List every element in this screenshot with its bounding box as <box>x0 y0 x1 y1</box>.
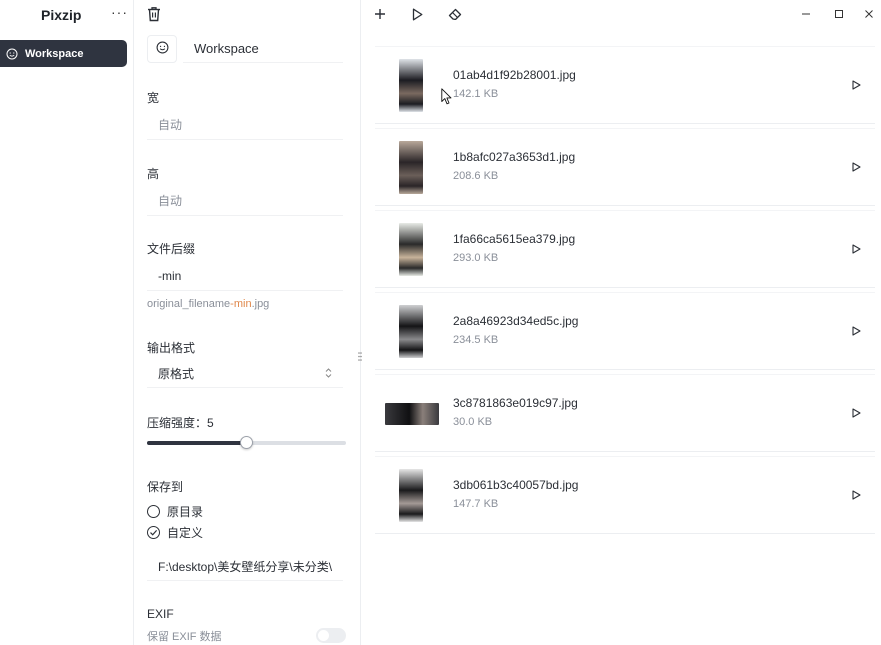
add-files-icon[interactable] <box>371 5 389 23</box>
format-select[interactable]: 原格式 <box>147 360 343 388</box>
app-title: Pixzip <box>41 7 82 23</box>
resize-handle-icon[interactable] <box>358 352 362 363</box>
file-size: 293.0 KB <box>453 252 499 264</box>
suffix-input[interactable] <box>147 261 343 291</box>
file-item[interactable]: 01ab4d1f92b28001.jpg 142.1 KB <box>375 46 875 124</box>
preview-suffix: -min <box>230 298 252 310</box>
file-item[interactable]: 3db061b3c40057bd.jpg 147.7 KB <box>375 456 875 534</box>
file-size: 142.1 KB <box>453 88 499 100</box>
preview-filename: original_filename <box>147 298 231 310</box>
chevron-updown-icon <box>325 367 332 380</box>
file-size: 208.6 KB <box>453 170 499 182</box>
maximize-icon[interactable] <box>830 5 848 23</box>
workspace-name-input[interactable] <box>183 35 343 63</box>
radio-label: 原目录 <box>167 505 204 519</box>
file-name: 01ab4d1f92b28001.jpg <box>453 68 576 82</box>
suffix-preview: original_filename-min.jpg <box>147 298 269 310</box>
exif-toggle[interactable] <box>316 628 346 643</box>
exif-label: EXIF <box>147 607 174 621</box>
sidebar-item-workspace[interactable]: Workspace <box>0 40 127 67</box>
save-to-label: 保存到 <box>147 480 184 494</box>
file-name: 3c8781863e019c97.jpg <box>453 396 578 410</box>
file-item[interactable]: 3c8781863e019c97.jpg 30.0 KB <box>375 374 875 452</box>
radio-checked-icon <box>147 526 160 539</box>
play-icon[interactable] <box>850 161 862 173</box>
image-thumbnail <box>399 223 423 276</box>
smiley-icon <box>156 41 169 57</box>
play-icon[interactable] <box>850 243 862 255</box>
image-thumbnail <box>399 305 423 358</box>
image-thumbnail <box>399 469 423 522</box>
file-item[interactable]: 2a8a46923d34ed5c.jpg 234.5 KB <box>375 292 875 370</box>
format-label: 输出格式 <box>147 341 196 355</box>
file-size: 234.5 KB <box>453 334 499 346</box>
toggle-knob <box>318 630 329 641</box>
play-icon[interactable] <box>850 489 862 501</box>
compression-label: 压缩强度：5 <box>147 416 214 430</box>
preview-extension: .jpg <box>251 298 270 310</box>
height-input[interactable] <box>147 186 343 216</box>
save-path-input[interactable]: F:\desktop\美女壁纸分享\未分类\ <box>147 553 343 581</box>
file-list: 01ab4d1f92b28001.jpg 142.1 KB 1b8afc027a36… <box>375 46 875 538</box>
file-item[interactable]: 1b8afc027a3653d1.jpg 208.6 KB <box>375 128 875 206</box>
radio-custom-dir[interactable]: 自定义 <box>147 524 203 541</box>
slider-thumb[interactable] <box>240 436 253 449</box>
radio-unchecked-icon <box>147 505 160 518</box>
file-name: 1fa66ca5615ea379.jpg <box>453 232 576 246</box>
width-input[interactable] <box>147 110 343 140</box>
exif-description: 保留 EXIF 数据 <box>147 631 222 643</box>
eraser-icon[interactable] <box>446 5 464 23</box>
play-icon[interactable] <box>850 325 862 337</box>
play-icon[interactable] <box>850 407 862 419</box>
file-name: 3db061b3c40057bd.jpg <box>453 478 579 492</box>
image-thumbnail <box>399 59 423 112</box>
image-thumbnail <box>399 141 423 194</box>
file-size: 30.0 KB <box>453 416 493 428</box>
file-name: 2a8a46923d34ed5c.jpg <box>453 314 579 328</box>
smiley-icon <box>6 48 18 60</box>
file-item[interactable]: 1fa66ca5615ea379.jpg 293.0 KB <box>375 210 875 288</box>
settings-panel: 宽 高 文件后缀 original_filename-min.jpg 输出格式 … <box>135 0 361 645</box>
sidebar: Pixzip ··· Workspace <box>0 0 134 645</box>
sidebar-item-label: Workspace <box>25 47 84 60</box>
mouse-cursor-icon <box>441 88 452 105</box>
play-all-icon[interactable] <box>408 5 426 23</box>
file-name: 1b8afc027a3653d1.jpg <box>453 150 576 164</box>
width-label: 宽 <box>147 91 160 105</box>
play-icon[interactable] <box>850 79 862 91</box>
radio-original-dir[interactable]: 原目录 <box>147 503 203 520</box>
compression-slider[interactable] <box>147 434 346 452</box>
format-selected-value: 原格式 <box>158 367 195 381</box>
trash-icon[interactable] <box>147 6 161 22</box>
image-thumbnail <box>385 403 439 425</box>
minimize-icon[interactable] <box>797 5 815 23</box>
emoji-picker-button[interactable] <box>147 35 177 63</box>
more-menu-icon[interactable]: ··· <box>111 4 128 20</box>
slider-fill <box>147 441 247 445</box>
suffix-label: 文件后缀 <box>147 242 196 256</box>
file-size: 147.7 KB <box>453 498 499 510</box>
close-icon[interactable] <box>860 5 878 23</box>
height-label: 高 <box>147 167 160 181</box>
radio-label: 自定义 <box>167 526 204 540</box>
